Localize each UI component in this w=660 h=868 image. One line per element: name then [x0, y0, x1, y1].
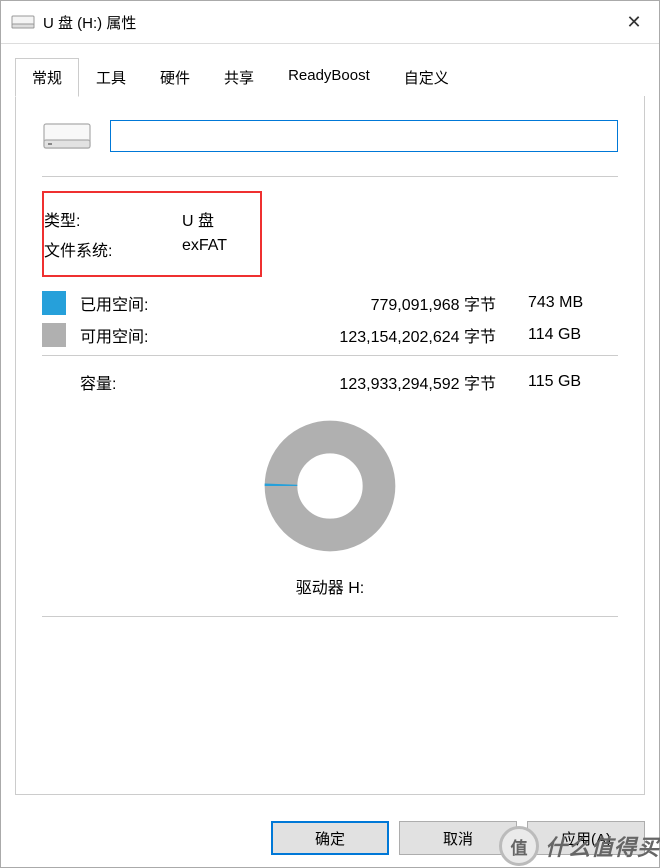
drive-name-input[interactable] — [110, 120, 618, 152]
capacity-label: 容量: — [80, 370, 200, 394]
tabs-container: 常规 工具 硬件 共享 ReadyBoost 自定义 — [1, 44, 659, 809]
capacity-bytes: 123,933,294,592 字节 — [200, 370, 528, 394]
divider — [42, 616, 618, 617]
free-space-human: 114 GB — [528, 326, 618, 344]
ok-button[interactable]: 确定 — [271, 821, 389, 855]
tab-panel-general: 类型: U 盘 文件系统: exFAT 已用空间: 779,091,968 字节… — [15, 96, 645, 795]
usage-donut-chart — [260, 416, 400, 556]
drive-large-icon — [42, 118, 92, 154]
apply-button[interactable]: 应用(A) — [527, 821, 645, 855]
type-value: U 盘 — [182, 207, 214, 231]
usage-chart-wrapper: 驱动器 H: — [42, 416, 618, 598]
close-button[interactable]: ✕ — [609, 1, 659, 43]
filesystem-label: 文件系统: — [44, 237, 182, 261]
tab-sharing[interactable]: 共享 — [207, 58, 271, 96]
capacity-human: 115 GB — [528, 373, 618, 391]
drive-icon — [11, 13, 35, 31]
used-space-human: 743 MB — [528, 294, 618, 312]
cancel-button[interactable]: 取消 — [399, 821, 517, 855]
divider — [42, 355, 618, 356]
free-space-row: 可用空间: 123,154,202,624 字节 114 GB — [42, 323, 618, 347]
divider — [42, 176, 618, 177]
properties-dialog: U 盘 (H:) 属性 ✕ 常规 工具 硬件 共享 ReadyBoost 自定义 — [0, 0, 660, 868]
free-space-bytes: 123,154,202,624 字节 — [200, 323, 528, 347]
close-icon: ✕ — [626, 12, 641, 33]
used-color-swatch — [42, 291, 66, 315]
used-space-row: 已用空间: 779,091,968 字节 743 MB — [42, 291, 618, 315]
tab-hardware[interactable]: 硬件 — [143, 58, 207, 96]
drive-header-row — [42, 118, 618, 154]
highlighted-info-box: 类型: U 盘 文件系统: exFAT — [42, 191, 262, 277]
type-label: 类型: — [44, 207, 182, 231]
tab-strip: 常规 工具 硬件 共享 ReadyBoost 自定义 — [15, 58, 645, 96]
window-title: U 盘 (H:) 属性 — [43, 12, 609, 33]
capacity-row: 容量: 123,933,294,592 字节 115 GB — [80, 370, 618, 394]
used-space-bytes: 779,091,968 字节 — [200, 291, 528, 315]
free-space-label: 可用空间: — [80, 323, 200, 347]
free-color-swatch — [42, 323, 66, 347]
titlebar: U 盘 (H:) 属性 ✕ — [1, 1, 659, 44]
tab-tools[interactable]: 工具 — [79, 58, 143, 96]
drive-letter-label: 驱动器 H: — [296, 574, 364, 598]
tab-general[interactable]: 常规 — [15, 58, 79, 97]
filesystem-value: exFAT — [182, 237, 227, 261]
dialog-button-bar: 确定 取消 应用(A) — [1, 809, 659, 867]
tab-customize[interactable]: 自定义 — [387, 58, 466, 96]
used-space-label: 已用空间: — [80, 291, 200, 315]
tab-readyboost[interactable]: ReadyBoost — [271, 58, 387, 96]
